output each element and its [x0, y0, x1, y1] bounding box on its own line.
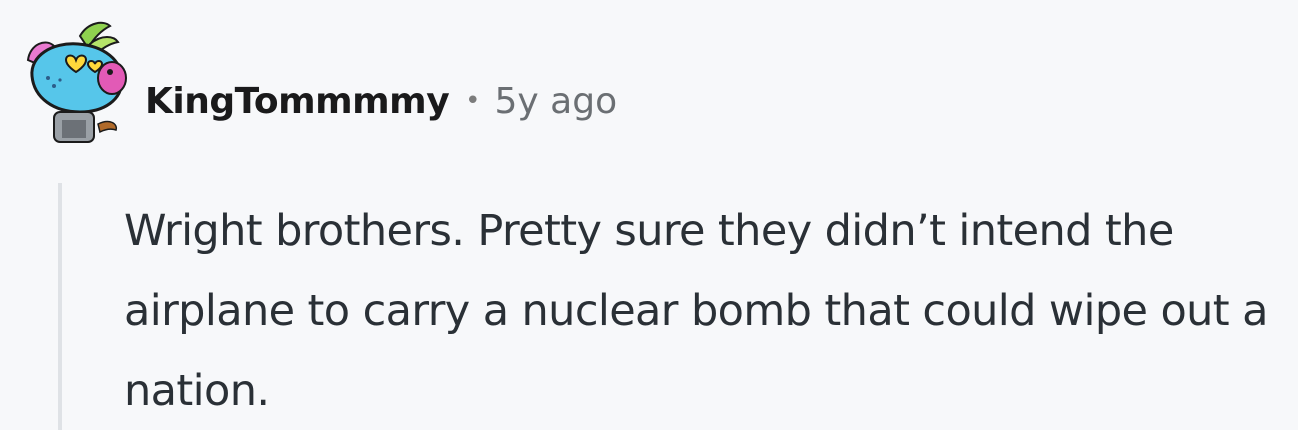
comment-body: Wright brothers. Pretty sure they didn’t…	[124, 206, 1268, 416]
snoo-avatar-icon	[26, 21, 127, 143]
comment: KingTommmmy • 5y ago Wright brothers. Pr…	[0, 0, 1298, 430]
comment-timestamp[interactable]: 5y ago	[495, 81, 618, 122]
comment-meta: KingTommmmy • 5y ago	[145, 78, 617, 124]
author-link[interactable]: KingTommmmy	[145, 81, 450, 122]
user-avatar[interactable]	[18, 20, 136, 150]
meta-separator: •	[465, 86, 481, 116]
thread-collapse-line[interactable]	[58, 183, 62, 430]
